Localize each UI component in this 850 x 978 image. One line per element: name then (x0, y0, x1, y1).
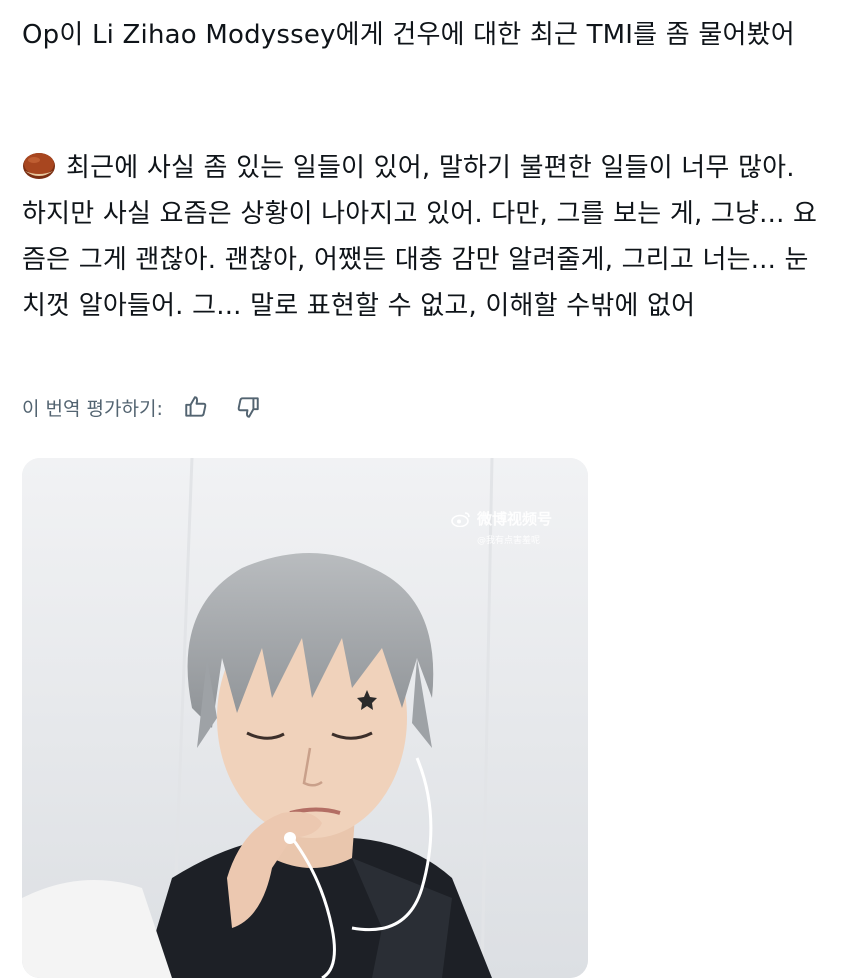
translation-rating-bar: 이 번역 평가하기: (22, 392, 285, 422)
watermark-main-text: 微博视频号 (476, 510, 552, 528)
weibo-watermark: 微博视频号 @我有点害羞呢 (451, 508, 552, 546)
dislike-translation-button[interactable] (233, 392, 263, 422)
like-translation-button[interactable] (181, 392, 211, 422)
thumbs-up-icon (185, 396, 207, 417)
thumbs-down-icon (237, 397, 259, 418)
post-intro-text: Op이 Li Zihao Modyssey에게 건우에 대한 최근 TMI를 좀… (22, 20, 795, 50)
post-body-text: 최근에 사실 좀 있는 일들이 있어, 말하기 불편한 일들이 너무 많아. 하… (22, 153, 818, 321)
attached-photo[interactable]: 微博视频号 @我有点害羞呢 (22, 458, 588, 978)
post-body: 최근에 사실 좀 있는 일들이 있어, 말하기 불편한 일들이 너무 많아. 하… (22, 145, 827, 329)
rate-translation-label: 이 번역 평가하기: (22, 397, 163, 420)
watermark-sub-text: @我有点害羞呢 (476, 536, 540, 546)
weibo-logo-icon (451, 511, 470, 527)
chestnut-emoji-icon (23, 153, 55, 179)
